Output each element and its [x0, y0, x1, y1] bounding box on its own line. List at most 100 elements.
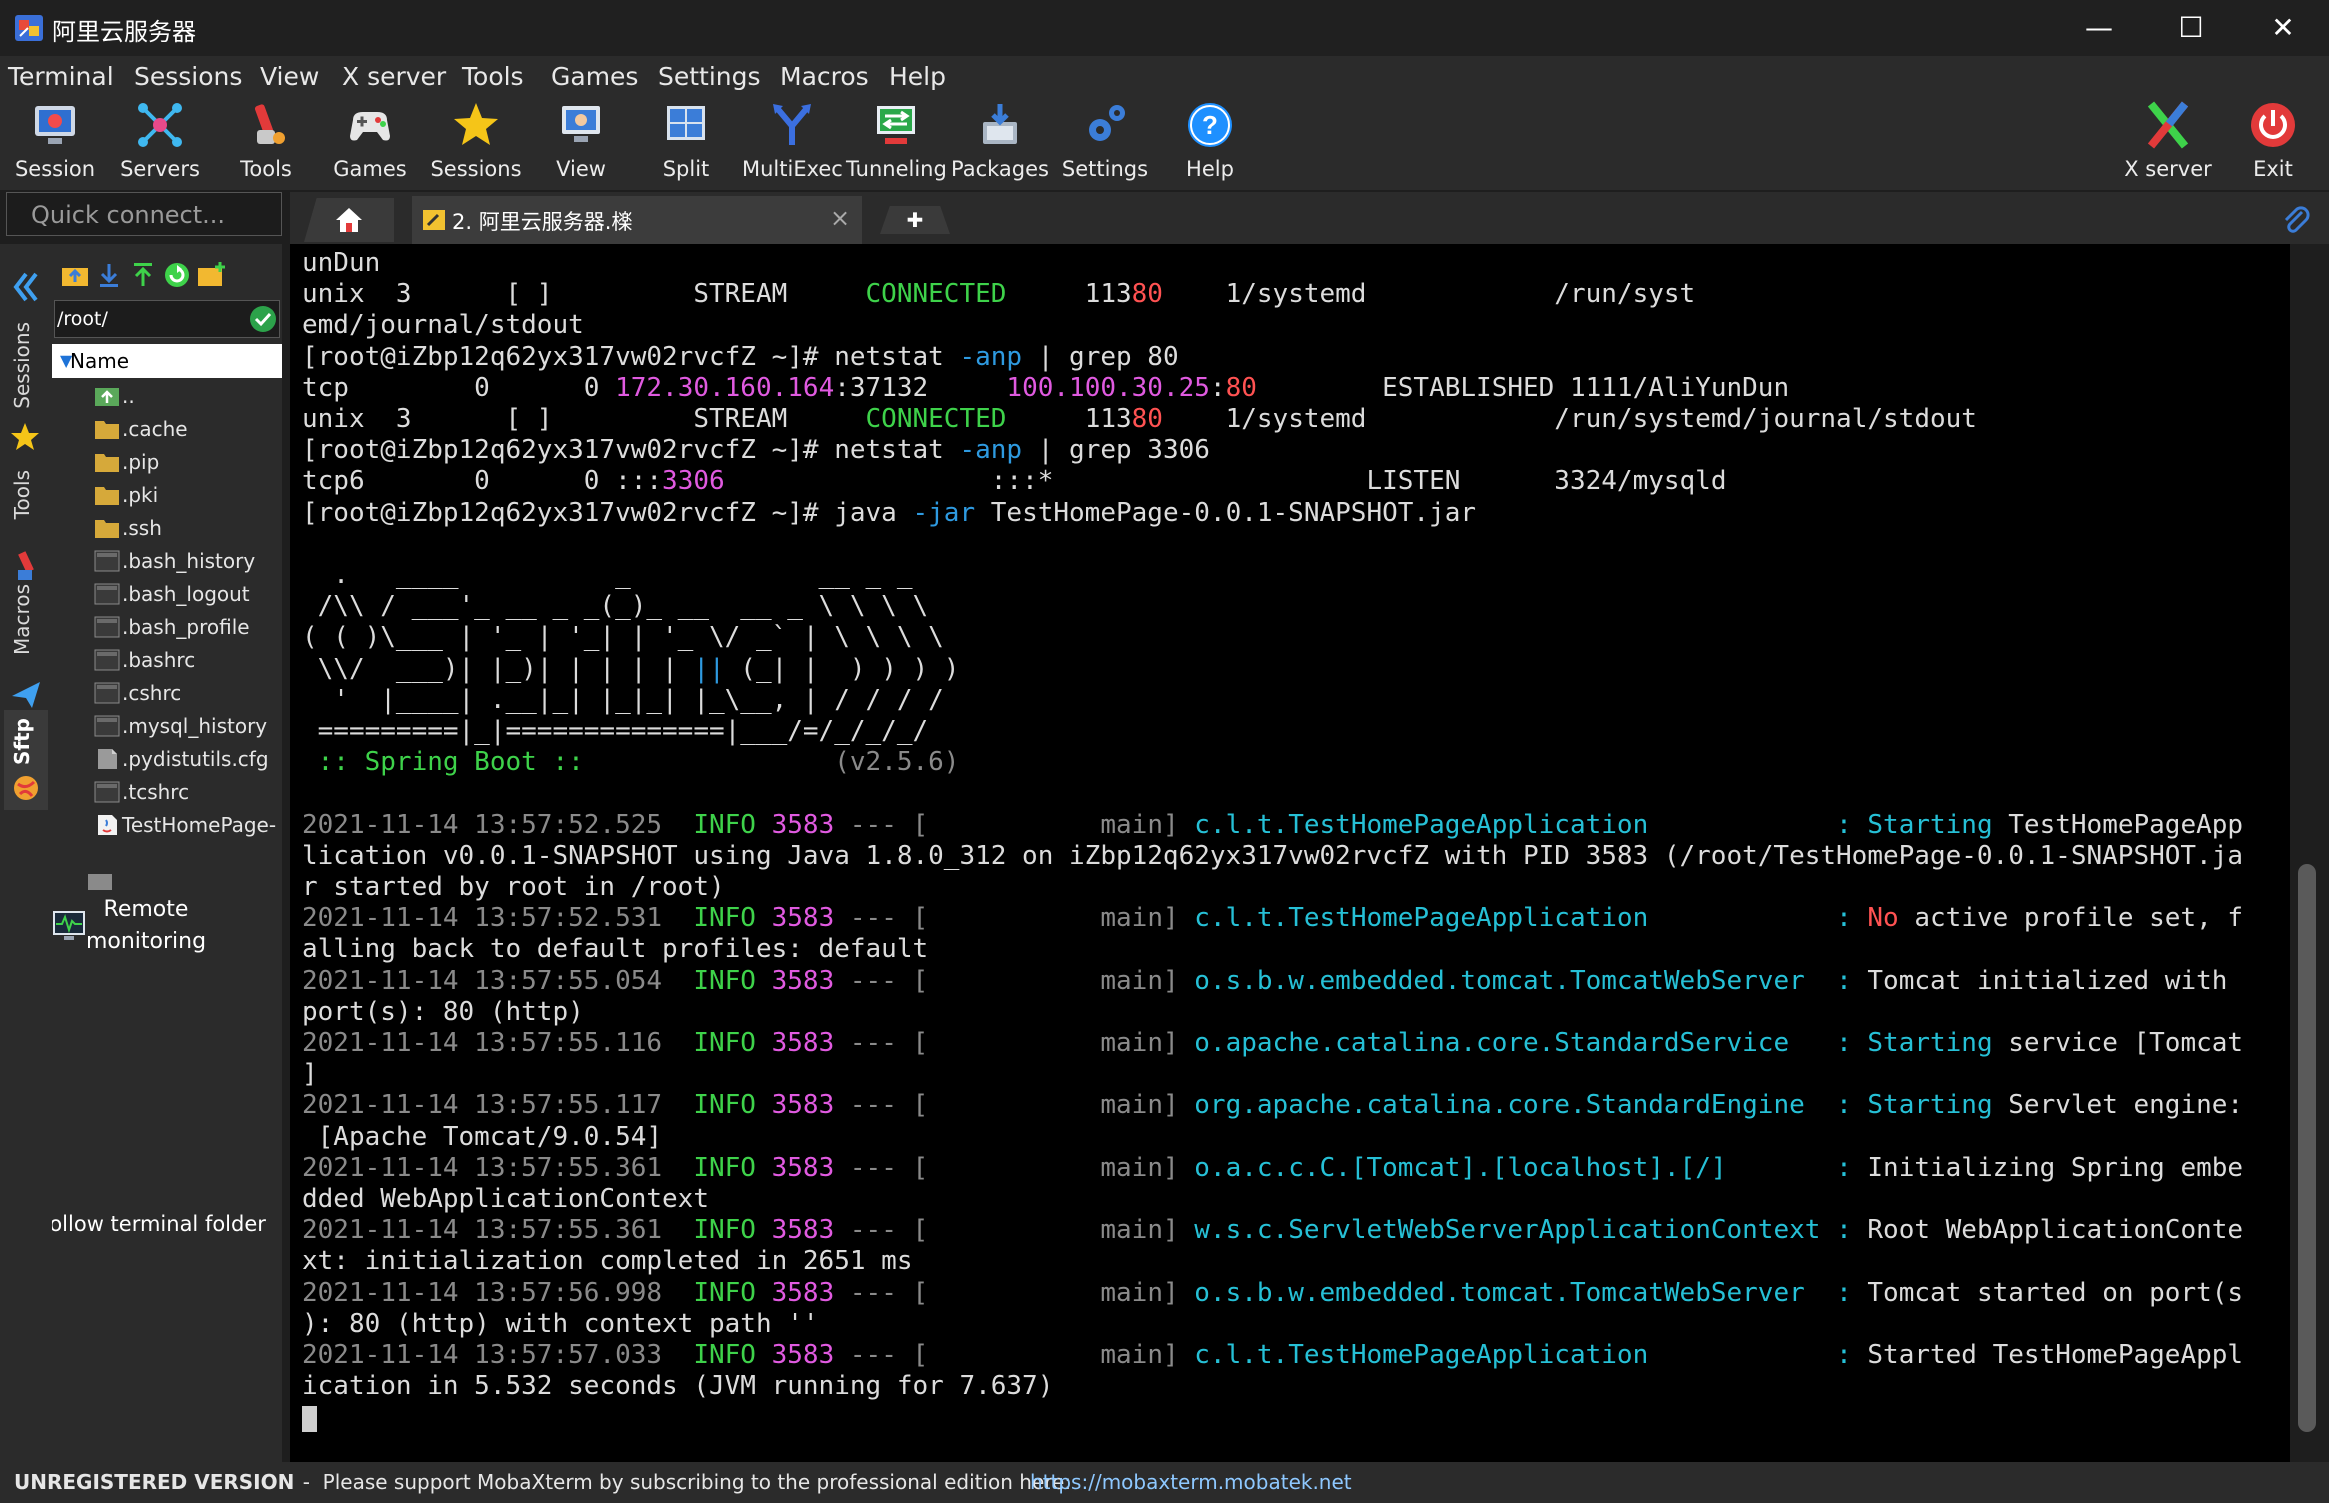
menu-sessions[interactable]: Sessions — [134, 62, 242, 91]
toolbar-sessions-button[interactable]: Sessions — [426, 96, 526, 188]
close-window-button[interactable]: ✕ — [2237, 0, 2329, 56]
terminal-line: [root@iZbp12q62yx317vw02rvcfZ ~]# netsta… — [302, 435, 1210, 466]
java-file-icon — [94, 814, 120, 836]
terminal-text: service [Tomcat — [1992, 1028, 2244, 1058]
column-header-name[interactable]: ▼ Name — [52, 344, 282, 378]
tab-session-aliyun[interactable]: 2. 阿里云服务器.檪 × — [412, 196, 862, 244]
file-icon — [94, 715, 120, 737]
toolbar-view-button[interactable]: View — [531, 96, 631, 188]
terminal-text: ( ( )\___ | '_ | '_| | '_ \/ _` | \ \ \ … — [302, 622, 944, 653]
side-tab-macros[interactable]: Macros — [4, 584, 48, 714]
toolbar-tunneling-button[interactable]: Tunneling — [846, 96, 947, 188]
new-tab-button[interactable]: ✚ — [880, 206, 950, 234]
tab-label: 2. 阿里云服务器.檪 — [452, 210, 633, 234]
maximize-button[interactable]: ☐ — [2145, 0, 2237, 56]
menu-games[interactable]: Games — [551, 62, 638, 91]
scrollbar-thumb[interactable] — [2298, 864, 2316, 1432]
terminal-text: : — [1804, 965, 1868, 996]
toolbar-label: Help — [1186, 157, 1234, 181]
side-tab-tools[interactable]: Tools — [4, 470, 48, 590]
toolbar-session-button[interactable]: Session — [5, 96, 105, 188]
file-row[interactable]: .cache — [92, 413, 282, 446]
toolbar-split-button[interactable]: Split — [636, 96, 736, 188]
file-row[interactable]: .cshrc — [92, 677, 282, 710]
tab-home[interactable] — [304, 198, 394, 242]
new-folder-icon[interactable] — [196, 260, 226, 290]
terminal-text: [root@iZbp12q62yx317vw02rvcfZ ~]# netsta… — [302, 341, 960, 372]
file-row[interactable]: .pki — [92, 479, 282, 512]
file-row[interactable]: .pip — [92, 446, 282, 479]
terminal-text: : — [1804, 1090, 1868, 1121]
menu-terminal[interactable]: Terminal — [8, 62, 114, 91]
toolbar-tools-button[interactable]: Tools — [216, 96, 316, 188]
terminal-text: ::: — [615, 466, 663, 497]
file-row[interactable]: .bash_logout — [92, 578, 282, 611]
terminal-line: alling back to default profiles: default — [302, 934, 928, 965]
terminal-line: ): 80 (http) with context path '' — [302, 1309, 819, 1340]
toolbar-settings-button[interactable]: Settings — [1055, 96, 1155, 188]
collapse-chevron-icon[interactable] — [12, 270, 40, 304]
tab-close-icon[interactable]: × — [830, 204, 850, 232]
send-icon — [12, 682, 40, 708]
sftp-path-input[interactable]: /root/ — [54, 300, 280, 338]
side-tabs: Sessions Tools Macros Sftp — [0, 244, 52, 1462]
menu-help[interactable]: Help — [889, 62, 946, 91]
terminal-text: 100.100.30.25 — [1006, 372, 1210, 403]
refresh-icon[interactable] — [162, 260, 192, 290]
file-list: .. .cache .pip .pki .ssh .bash_history .bash_l… — [92, 380, 282, 842]
menu-macros[interactable]: Macros — [780, 62, 869, 91]
toolbar-label: Session — [14, 157, 96, 181]
terminal-output[interactable]: unDun unix 3 [ ] STREAM CONNECTED 11380 1… — [290, 244, 2290, 1462]
mobatek-link[interactable]: https://mobaxterm.mobatek.net — [1030, 1462, 1352, 1503]
terminal-text: --- [ main] — [834, 1090, 1195, 1121]
menu-tools[interactable]: Tools — [462, 62, 524, 91]
toolbar-label: Settings — [1061, 157, 1149, 181]
attachment-icon[interactable] — [2280, 204, 2312, 236]
file-row[interactable]: .bash_profile — [92, 611, 282, 644]
toolbar-multiexec-button[interactable]: MultiExec — [742, 96, 843, 188]
sftp-globe-icon — [14, 776, 38, 800]
terminal-text: 2021-11-14 13:57:56.998 — [302, 1277, 694, 1308]
side-tab-sftp[interactable]: Sftp — [4, 710, 48, 810]
file-row[interactable]: .pydistutils.cfg — [92, 743, 282, 776]
terminal-scrollbar[interactable] — [2290, 244, 2329, 1462]
toolbar-exit-button[interactable]: Exit — [2223, 96, 2323, 188]
remote-monitoring-button[interactable]: Remote monitoring — [52, 894, 282, 966]
file-row[interactable]: TestHomePage- — [92, 809, 282, 842]
terminal-text: lication v0.0.1-SNAPSHOT using Java 1.8.… — [302, 840, 2244, 871]
menu-x-server[interactable]: X server — [342, 62, 446, 91]
file-row[interactable]: .mysql_history — [92, 710, 282, 743]
ssh-session-icon — [423, 210, 445, 230]
file-row[interactable]: .. — [92, 380, 282, 413]
file-row[interactable]: .bash_history — [92, 545, 282, 578]
terminal-text: emd/journal/stdout — [302, 310, 584, 341]
menu-settings[interactable]: Settings — [658, 62, 761, 91]
file-row[interactable]: .ssh — [92, 512, 282, 545]
file-row[interactable]: .tcshrc — [92, 776, 282, 809]
parent-folder-icon[interactable] — [60, 260, 90, 290]
file-name: .pki — [122, 483, 159, 507]
settings-icon — [1089, 105, 1125, 141]
terminal-line: tcp6 0 0 :::3306 :::* LISTEN 3324/mysqld — [302, 466, 1726, 497]
toolbar-xserver-button[interactable]: X server — [2118, 96, 2218, 188]
side-tab-sessions[interactable]: Sessions — [4, 322, 48, 452]
quick-connect-input[interactable]: Quick connect... — [6, 192, 282, 236]
tab-strip: 2. 阿里云服务器.檪 × ✚ — [290, 192, 2329, 244]
terminal-text: INFO — [693, 1277, 756, 1308]
upload-icon[interactable] — [128, 260, 158, 290]
side-tab-label: Tools — [10, 470, 34, 520]
menu-view[interactable]: View — [260, 62, 319, 91]
follow-terminal-folder-checkbox[interactable]: Follow terminal folder — [52, 1208, 282, 1268]
splitter-handle[interactable] — [88, 874, 112, 890]
download-icon[interactable] — [94, 260, 124, 290]
path-ok-icon[interactable] — [249, 305, 277, 333]
toolbar-servers-button[interactable]: Servers — [110, 96, 210, 188]
folder-icon — [94, 484, 120, 506]
toolbar-help-button[interactable]: ? Help — [1160, 96, 1260, 188]
file-row[interactable]: .bashrc — [92, 644, 282, 677]
minimize-button[interactable]: — — [2053, 0, 2145, 56]
toolbar-packages-button[interactable]: Packages — [950, 96, 1050, 188]
file-name: .pip — [122, 450, 160, 474]
toolbar-games-button[interactable]: Games — [320, 96, 420, 188]
